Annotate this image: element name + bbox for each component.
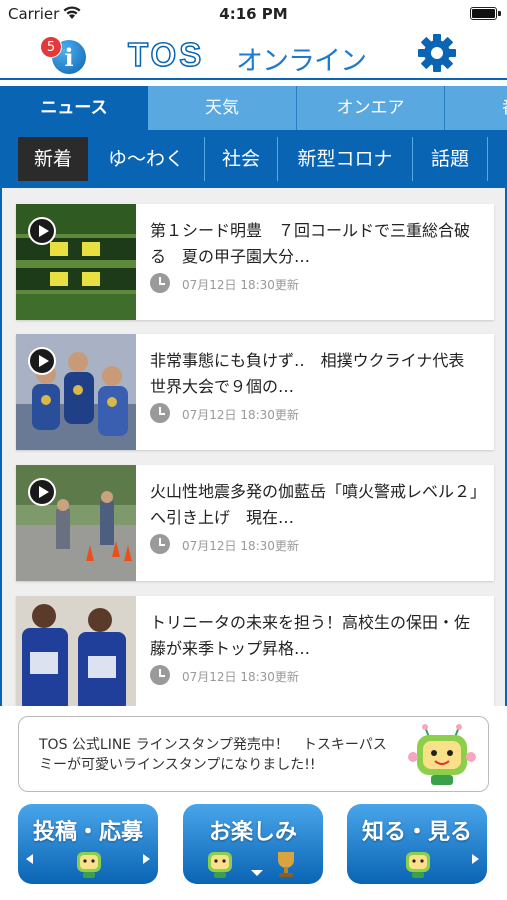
- app-logo: TOS オンライン: [127, 34, 380, 77]
- arrow-left-icon: [26, 854, 33, 864]
- mascot-icon: [406, 852, 430, 878]
- news-title: 第１シード明豊 ７回コールドで三重総合破る 夏の甲子園大分…: [150, 221, 471, 266]
- news-thumbnail: [16, 596, 136, 706]
- subtab-yuwaku[interactable]: ゆ〜わく: [88, 137, 204, 181]
- news-updated: 07月12日 18:30更新: [182, 278, 299, 292]
- clock-icon: [150, 403, 170, 423]
- clock-icon: [150, 665, 170, 685]
- trophy-icon: [278, 852, 294, 877]
- play-icon: [28, 478, 56, 506]
- news-card[interactable]: 非常事態にも負けず‥ 相撲ウクライナ代表 世界大会で９個の… 07月12日 18…: [16, 334, 494, 450]
- gear-icon[interactable]: [415, 31, 459, 75]
- news-title: 非常事態にも負けず‥ 相撲ウクライナ代表 世界大会で９個の…: [150, 351, 481, 396]
- subtab-society[interactable]: 社会: [205, 137, 277, 181]
- logo-latin: TOS: [127, 35, 205, 74]
- arrow-right-icon: [143, 854, 150, 864]
- app-header: i 5 TOS オンライン: [0, 28, 507, 80]
- news-thumbnail: [16, 204, 136, 320]
- mascot-icon: [208, 852, 232, 878]
- tab-on-air[interactable]: オンエア: [296, 86, 444, 130]
- news-thumbnail: [16, 334, 136, 450]
- post-apply-button[interactable]: 投稿・応募: [18, 804, 158, 884]
- notification-badge: 5: [40, 36, 62, 58]
- news-updated: 07月12日 18:30更新: [182, 539, 299, 553]
- tab-program[interactable]: 番: [444, 86, 507, 130]
- main-tab-bar: ニュース 天気 オンエア 番: [0, 86, 507, 130]
- tab-news[interactable]: ニュース: [0, 86, 148, 130]
- fun-button[interactable]: お楽しみ: [183, 804, 323, 884]
- clock: 4:16 PM: [219, 5, 288, 23]
- news-thumbnail: [16, 465, 136, 581]
- news-updated: 07月12日 18:30更新: [182, 408, 299, 422]
- mascot-icon: [408, 724, 476, 785]
- info-button[interactable]: i 5: [40, 36, 88, 76]
- sub-tab-bar: 新着 ゆ〜わく 社会 新型コロナ 話題: [0, 130, 507, 188]
- subtab-covid[interactable]: 新型コロナ: [278, 137, 412, 181]
- news-updated: 07月12日 18:30更新: [182, 670, 299, 684]
- arrow-down-icon: [251, 870, 263, 876]
- fun-label: お楽しみ: [208, 820, 297, 845]
- promo-banner-text: TOS 公式LINE ラインスタンプ発売中！ トスキーパスミーが可愛いラインスタ…: [39, 737, 387, 773]
- subtab-latest[interactable]: 新着: [18, 137, 88, 181]
- logo-kana: オンライン: [236, 46, 367, 77]
- mascot-icon: [77, 852, 101, 878]
- play-icon: [28, 217, 56, 245]
- status-bar: Carrier 4:16 PM: [0, 0, 507, 28]
- news-card[interactable]: 第１シード明豊 ７回コールドで三重総合破る 夏の甲子園大分… 07月12日 18…: [16, 204, 494, 320]
- learn-watch-button[interactable]: 知る・見る: [347, 804, 487, 884]
- news-card[interactable]: 火山性地震多発の伽藍岳「噴火警戒レベル２」へ引き上げ 現在… 07月12日 18…: [16, 465, 494, 581]
- news-title: トリニータの未来を担う！高校生の保田・佐藤が来季トップ昇格…: [150, 613, 471, 658]
- news-feed: 第１シード明豊 ７回コールドで三重総合破る 夏の甲子園大分… 07月12日 18…: [0, 188, 507, 706]
- promo-banner[interactable]: TOS 公式LINE ラインスタンプ発売中！ トスキーパスミーが可愛いラインスタ…: [18, 716, 489, 792]
- battery-icon: [470, 7, 501, 20]
- tab-weather[interactable]: 天気: [148, 86, 296, 130]
- clock-icon: [150, 273, 170, 293]
- clock-icon: [150, 534, 170, 554]
- post-apply-label: 投稿・応募: [32, 820, 143, 845]
- subtab-topics[interactable]: 話題: [413, 137, 487, 181]
- learn-watch-label: 知る・見る: [361, 820, 472, 845]
- news-card[interactable]: トリニータの未来を担う！高校生の保田・佐藤が来季トップ昇格… 07月12日 18…: [16, 596, 494, 706]
- news-title: 火山性地震多発の伽藍岳「噴火警戒レベル２」へ引き上げ 現在…: [150, 482, 479, 527]
- subtab-divider: [487, 137, 488, 181]
- arrow-right-icon: [472, 854, 479, 864]
- play-icon: [28, 347, 56, 375]
